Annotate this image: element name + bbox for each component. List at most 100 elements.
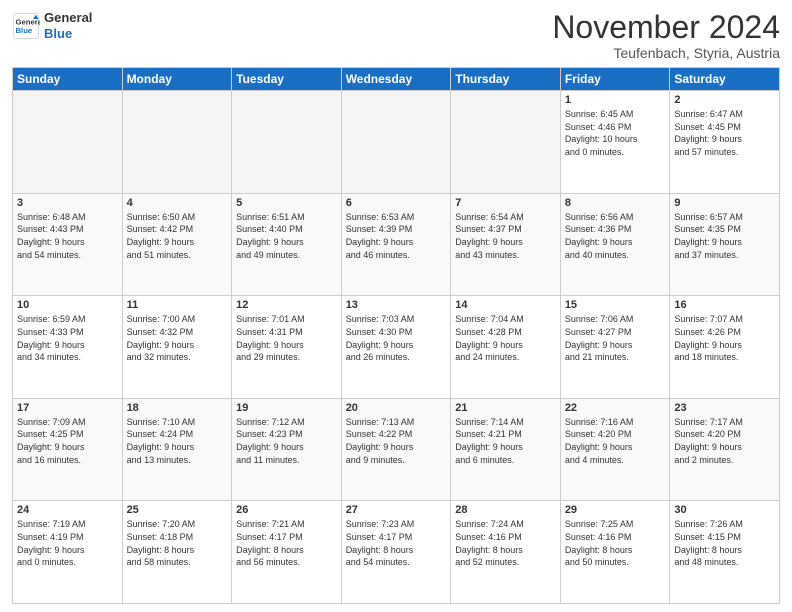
- calendar-cell: [451, 91, 561, 194]
- calendar-cell: 11 Sunrise: 7:00 AM Sunset: 4:32 PM Dayli…: [122, 296, 232, 399]
- calendar-cell: 24Sunrise: 7:19 AM Sunset: 4:19 PM Dayli…: [13, 501, 123, 604]
- calendar-day-header: Sunday: [13, 68, 123, 91]
- calendar-cell: [341, 91, 451, 194]
- svg-text:Blue: Blue: [16, 26, 33, 35]
- day-number: 6: [346, 197, 447, 209]
- calendar-cell: 27 Sunrise: 7:23 AM Sunset: 4:17 PM Dayli…: [341, 501, 451, 604]
- day-number: 7: [455, 197, 556, 209]
- day-info: Sunrise: 6:45 AM Sunset: 4:46 PM Dayligh…: [565, 108, 666, 158]
- calendar-cell: 6 Sunrise: 6:53 AM Sunset: 4:39 PM Daylig…: [341, 193, 451, 296]
- calendar-cell: 12 Sunrise: 7:01 AM Sunset: 4:31 PM Dayli…: [232, 296, 342, 399]
- day-info: Sunrise: 7:20 AM Sunset: 4:18 PM Dayligh…: [127, 518, 228, 568]
- calendar-cell: 22 Sunrise: 7:16 AM Sunset: 4:20 PM Dayli…: [560, 398, 670, 501]
- day-info: Sunrise: 7:10 AM Sunset: 4:24 PM Dayligh…: [127, 416, 228, 466]
- calendar-cell: 26 Sunrise: 7:21 AM Sunset: 4:17 PM Dayli…: [232, 501, 342, 604]
- calendar-cell: 21 Sunrise: 7:14 AM Sunset: 4:21 PM Dayli…: [451, 398, 561, 501]
- day-info: Sunrise: 7:26 AM Sunset: 4:15 PM Dayligh…: [674, 518, 775, 568]
- day-number: 19: [236, 402, 337, 414]
- day-number: 14: [455, 299, 556, 311]
- day-info: Sunrise: 7:25 AM Sunset: 4:16 PM Dayligh…: [565, 518, 666, 568]
- calendar-cell: 28 Sunrise: 7:24 AM Sunset: 4:16 PM Dayli…: [451, 501, 561, 604]
- day-info: Sunrise: 7:01 AM Sunset: 4:31 PM Dayligh…: [236, 313, 337, 363]
- day-info: Sunrise: 7:04 AM Sunset: 4:28 PM Dayligh…: [455, 313, 556, 363]
- day-info: Sunrise: 7:07 AM Sunset: 4:26 PM Dayligh…: [674, 313, 775, 363]
- day-number: 10: [17, 299, 118, 311]
- day-info: Sunrise: 7:06 AM Sunset: 4:27 PM Dayligh…: [565, 313, 666, 363]
- day-number: 26: [236, 504, 337, 516]
- day-number: 29: [565, 504, 666, 516]
- day-info: Sunrise: 7:19 AM Sunset: 4:19 PM Dayligh…: [17, 518, 118, 568]
- logo-icon: General Blue: [12, 12, 40, 40]
- calendar-week-row: 1Sunrise: 6:45 AM Sunset: 4:46 PM Daylig…: [13, 91, 780, 194]
- day-info: Sunrise: 7:09 AM Sunset: 4:25 PM Dayligh…: [17, 416, 118, 466]
- calendar-cell: 4 Sunrise: 6:50 AM Sunset: 4:42 PM Daylig…: [122, 193, 232, 296]
- day-info: Sunrise: 7:24 AM Sunset: 4:16 PM Dayligh…: [455, 518, 556, 568]
- day-number: 21: [455, 402, 556, 414]
- day-info: Sunrise: 7:13 AM Sunset: 4:22 PM Dayligh…: [346, 416, 447, 466]
- day-info: Sunrise: 6:47 AM Sunset: 4:45 PM Dayligh…: [674, 108, 775, 158]
- day-number: 13: [346, 299, 447, 311]
- calendar-cell: 29 Sunrise: 7:25 AM Sunset: 4:16 PM Dayli…: [560, 501, 670, 604]
- day-number: 22: [565, 402, 666, 414]
- month-title: November 2024: [552, 10, 780, 45]
- day-info: Sunrise: 6:53 AM Sunset: 4:39 PM Dayligh…: [346, 211, 447, 261]
- day-info: Sunrise: 6:54 AM Sunset: 4:37 PM Dayligh…: [455, 211, 556, 261]
- day-number: 20: [346, 402, 447, 414]
- calendar-cell: 1Sunrise: 6:45 AM Sunset: 4:46 PM Daylig…: [560, 91, 670, 194]
- calendar-day-header: Tuesday: [232, 68, 342, 91]
- calendar-cell: 30 Sunrise: 7:26 AM Sunset: 4:15 PM Dayli…: [670, 501, 780, 604]
- calendar-day-header: Friday: [560, 68, 670, 91]
- logo: General Blue General Blue: [12, 10, 92, 41]
- calendar-cell: 9Sunrise: 6:57 AM Sunset: 4:35 PM Daylig…: [670, 193, 780, 296]
- day-info: Sunrise: 6:56 AM Sunset: 4:36 PM Dayligh…: [565, 211, 666, 261]
- calendar-cell: 17 Sunrise: 7:09 AM Sunset: 4:25 PM Dayli…: [13, 398, 123, 501]
- calendar-cell: 18Sunrise: 7:10 AM Sunset: 4:24 PM Dayli…: [122, 398, 232, 501]
- calendar-header-row: SundayMondayTuesdayWednesdayThursdayFrid…: [13, 68, 780, 91]
- day-number: 17: [17, 402, 118, 414]
- day-number: 3: [17, 197, 118, 209]
- page: General Blue General Blue November 2024 …: [0, 0, 792, 612]
- calendar-week-row: 3 Sunrise: 6:48 AM Sunset: 4:43 PM Daylig…: [13, 193, 780, 296]
- title-block: November 2024 Teufenbach, Styria, Austri…: [552, 10, 780, 61]
- day-number: 28: [455, 504, 556, 516]
- calendar-cell: 23 Sunrise: 7:17 AM Sunset: 4:20 PM Dayli…: [670, 398, 780, 501]
- header: General Blue General Blue November 2024 …: [12, 10, 780, 61]
- day-info: Sunrise: 6:51 AM Sunset: 4:40 PM Dayligh…: [236, 211, 337, 261]
- day-info: Sunrise: 7:16 AM Sunset: 4:20 PM Dayligh…: [565, 416, 666, 466]
- location: Teufenbach, Styria, Austria: [552, 45, 780, 61]
- day-info: Sunrise: 6:48 AM Sunset: 4:43 PM Dayligh…: [17, 211, 118, 261]
- calendar-cell: [13, 91, 123, 194]
- day-info: Sunrise: 6:50 AM Sunset: 4:42 PM Dayligh…: [127, 211, 228, 261]
- calendar-week-row: 17 Sunrise: 7:09 AM Sunset: 4:25 PM Dayli…: [13, 398, 780, 501]
- day-info: Sunrise: 7:23 AM Sunset: 4:17 PM Dayligh…: [346, 518, 447, 568]
- day-info: Sunrise: 7:12 AM Sunset: 4:23 PM Dayligh…: [236, 416, 337, 466]
- calendar-cell: 25Sunrise: 7:20 AM Sunset: 4:18 PM Dayli…: [122, 501, 232, 604]
- calendar-cell: 8Sunrise: 6:56 AM Sunset: 4:36 PM Daylig…: [560, 193, 670, 296]
- calendar-table: SundayMondayTuesdayWednesdayThursdayFrid…: [12, 67, 780, 604]
- calendar-cell: [122, 91, 232, 194]
- day-number: 5: [236, 197, 337, 209]
- calendar-cell: 7 Sunrise: 6:54 AM Sunset: 4:37 PM Daylig…: [451, 193, 561, 296]
- day-number: 4: [127, 197, 228, 209]
- logo-text: General Blue: [44, 10, 92, 41]
- day-info: Sunrise: 7:14 AM Sunset: 4:21 PM Dayligh…: [455, 416, 556, 466]
- day-number: 11: [127, 299, 228, 311]
- day-info: Sunrise: 7:17 AM Sunset: 4:20 PM Dayligh…: [674, 416, 775, 466]
- day-number: 2: [674, 94, 775, 106]
- calendar-week-row: 10Sunrise: 6:59 AM Sunset: 4:33 PM Dayli…: [13, 296, 780, 399]
- calendar-day-header: Monday: [122, 68, 232, 91]
- calendar-cell: 10Sunrise: 6:59 AM Sunset: 4:33 PM Dayli…: [13, 296, 123, 399]
- day-number: 12: [236, 299, 337, 311]
- calendar-cell: 15Sunrise: 7:06 AM Sunset: 4:27 PM Dayli…: [560, 296, 670, 399]
- day-info: Sunrise: 6:57 AM Sunset: 4:35 PM Dayligh…: [674, 211, 775, 261]
- day-number: 30: [674, 504, 775, 516]
- day-number: 27: [346, 504, 447, 516]
- day-number: 23: [674, 402, 775, 414]
- calendar-cell: 2 Sunrise: 6:47 AM Sunset: 4:45 PM Daylig…: [670, 91, 780, 194]
- calendar-cell: 14 Sunrise: 7:04 AM Sunset: 4:28 PM Dayli…: [451, 296, 561, 399]
- day-info: Sunrise: 7:21 AM Sunset: 4:17 PM Dayligh…: [236, 518, 337, 568]
- calendar-cell: 19 Sunrise: 7:12 AM Sunset: 4:23 PM Dayli…: [232, 398, 342, 501]
- calendar-cell: 20 Sunrise: 7:13 AM Sunset: 4:22 PM Dayli…: [341, 398, 451, 501]
- day-info: Sunrise: 7:00 AM Sunset: 4:32 PM Dayligh…: [127, 313, 228, 363]
- calendar-cell: 3 Sunrise: 6:48 AM Sunset: 4:43 PM Daylig…: [13, 193, 123, 296]
